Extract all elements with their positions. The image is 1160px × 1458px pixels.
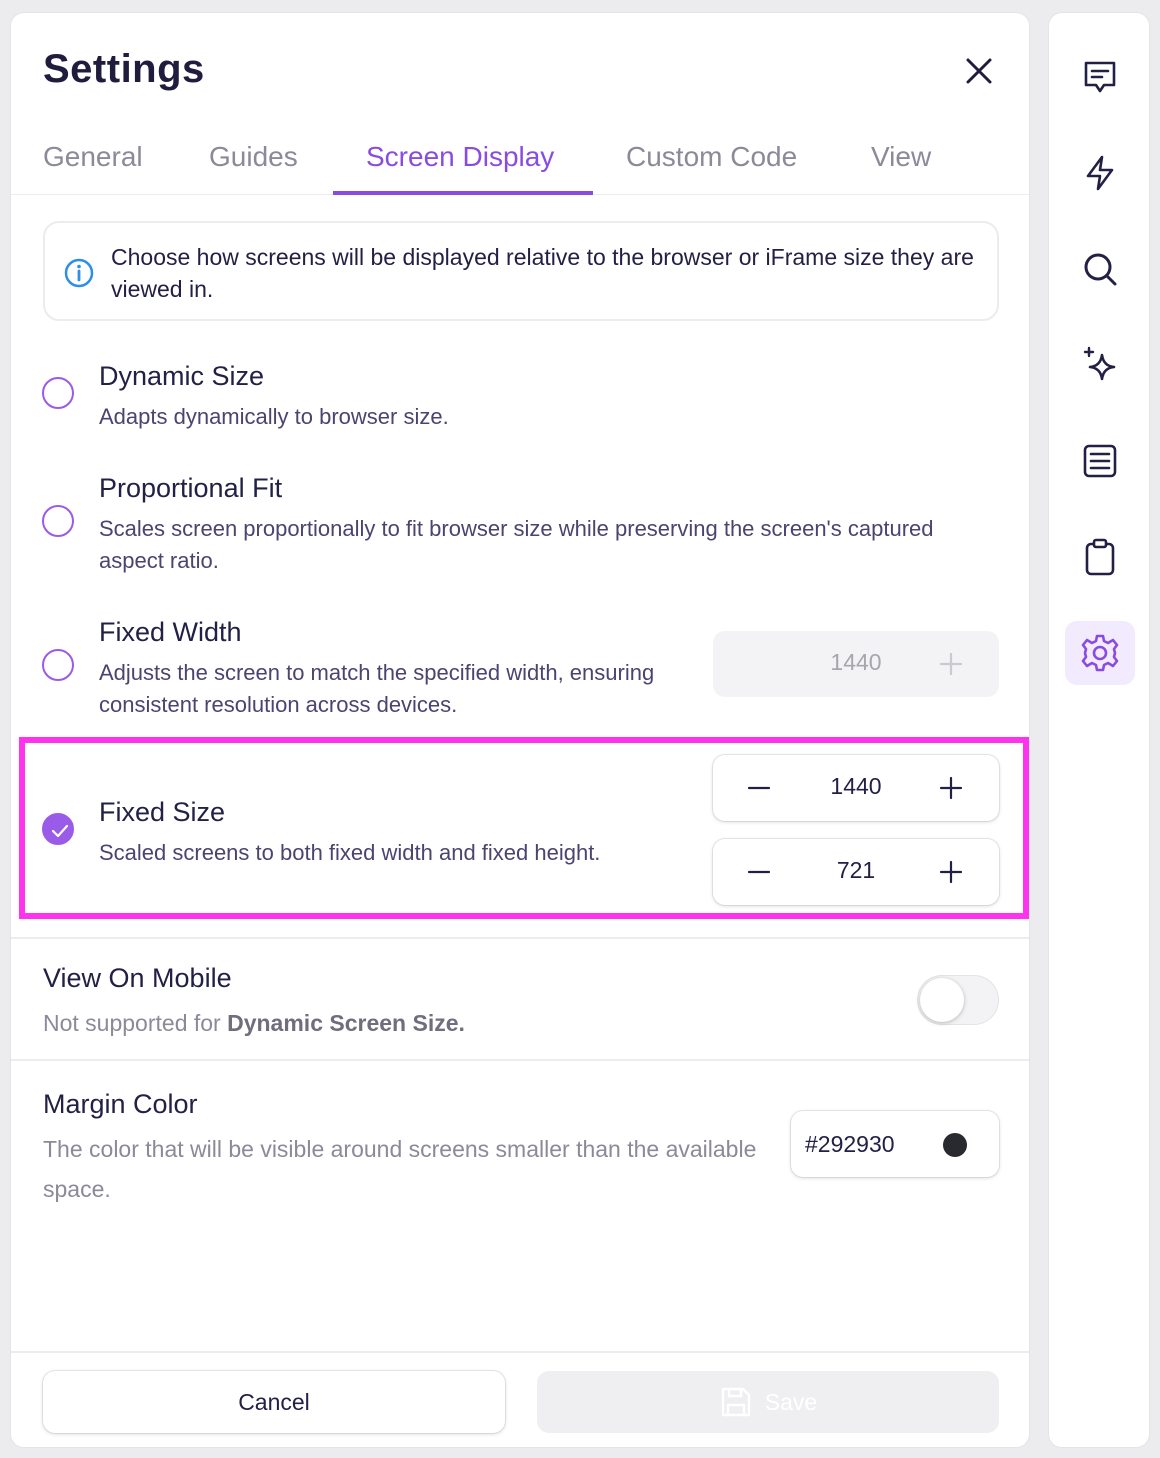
- plus-icon[interactable]: [939, 776, 963, 800]
- save-icon: [721, 1387, 750, 1417]
- section-divider: [11, 937, 1029, 939]
- active-tab-indicator: [333, 191, 593, 195]
- sparkle-icon: [1083, 346, 1116, 381]
- search-icon: [1084, 253, 1117, 286]
- radio-dynamic-size[interactable]: [42, 377, 74, 409]
- tab-view[interactable]: View: [871, 141, 931, 173]
- info-text: Choose how screens will be displayed rel…: [111, 244, 974, 302]
- tab-guides[interactable]: Guides: [209, 141, 298, 173]
- gear-icon: [1081, 634, 1119, 672]
- fixed-width-stepper: [713, 631, 999, 697]
- view-on-mobile-note: Not supported for Dynamic Screen Size.: [43, 1003, 465, 1043]
- note-bold: Dynamic Screen Size.: [227, 1010, 465, 1036]
- color-swatch: [943, 1133, 967, 1157]
- radio-fixed-width[interactable]: [42, 649, 74, 681]
- rail-actions[interactable]: [1065, 141, 1135, 205]
- tab-custom-code[interactable]: Custom Code: [626, 141, 797, 173]
- minus-icon[interactable]: [747, 776, 771, 800]
- plus-icon: [939, 652, 963, 676]
- close-button[interactable]: [961, 53, 997, 89]
- cancel-button[interactable]: Cancel: [43, 1371, 505, 1433]
- checkmark-icon: [51, 824, 69, 838]
- save-label: Save: [764, 1388, 818, 1415]
- option-title-fixed-width: Fixed Width: [99, 617, 242, 647]
- option-desc-fixed-width: Adjusts the screen to match the specifie…: [99, 660, 655, 717]
- section-divider: [11, 1059, 1029, 1061]
- note-prefix: Not supported for: [43, 1010, 228, 1036]
- rail-comments[interactable]: [1065, 45, 1135, 109]
- option-title-dynamic-size: Dynamic Size: [99, 361, 265, 391]
- margin-color-picker[interactable]: #292930: [791, 1111, 999, 1177]
- fixed-size-height-stepper: [713, 839, 999, 905]
- rail-settings[interactable]: [1065, 621, 1135, 685]
- tab-bar: General Guides Screen Display Custom Cod…: [11, 137, 1029, 195]
- radio-fixed-size[interactable]: [42, 813, 74, 845]
- rail-ai[interactable]: [1065, 333, 1135, 397]
- rail-clipboard[interactable]: [1065, 525, 1135, 589]
- margin-color-value: #292930: [805, 1131, 895, 1157]
- option-desc-proportional-fit: Scales screen proportionally to fit brow…: [99, 516, 934, 573]
- plus-icon[interactable]: [939, 860, 963, 884]
- settings-panel: Settings General Guides Screen Display C…: [10, 12, 1030, 1448]
- footer: Cancel Save: [11, 1351, 1029, 1447]
- rail-notes[interactable]: [1065, 429, 1135, 493]
- option-title-fixed-size: Fixed Size: [99, 797, 226, 827]
- option-desc-fixed-size: Scaled screens to both fixed width and f…: [99, 840, 601, 865]
- info-callout: Choose how screens will be displayed rel…: [43, 221, 999, 321]
- document-icon: [1083, 444, 1117, 478]
- info-icon: [64, 258, 94, 288]
- fixed-size-height-input[interactable]: [793, 857, 919, 884]
- rail-search[interactable]: [1065, 237, 1135, 301]
- option-title-proportional-fit: Proportional Fit: [99, 473, 283, 503]
- fixed-size-width-stepper: [713, 755, 999, 821]
- lightning-icon: [1086, 155, 1114, 191]
- page-title: Settings: [43, 47, 205, 91]
- view-on-mobile-title: View On Mobile: [43, 963, 232, 993]
- view-on-mobile-toggle[interactable]: [917, 975, 999, 1025]
- fixed-size-width-input[interactable]: [793, 773, 919, 800]
- margin-color-desc: The color that will be visible around sc…: [43, 1136, 757, 1202]
- margin-color-title: Margin Color: [43, 1089, 198, 1119]
- save-button[interactable]: Save: [537, 1371, 999, 1433]
- right-tool-rail: [1048, 12, 1150, 1448]
- clipboard-icon: [1085, 538, 1115, 576]
- comment-icon: [1084, 61, 1116, 93]
- radio-proportional-fit[interactable]: [42, 505, 74, 537]
- cancel-label: Cancel: [238, 1388, 310, 1415]
- close-icon: [966, 58, 992, 84]
- option-desc-dynamic-size: Adapts dynamically to browser size.: [99, 404, 449, 429]
- minus-icon[interactable]: [747, 860, 771, 884]
- tab-screen-display[interactable]: Screen Display: [366, 141, 554, 173]
- fixed-width-input: [793, 649, 919, 676]
- toggle-knob: [920, 978, 964, 1022]
- tab-general[interactable]: General: [43, 141, 143, 173]
